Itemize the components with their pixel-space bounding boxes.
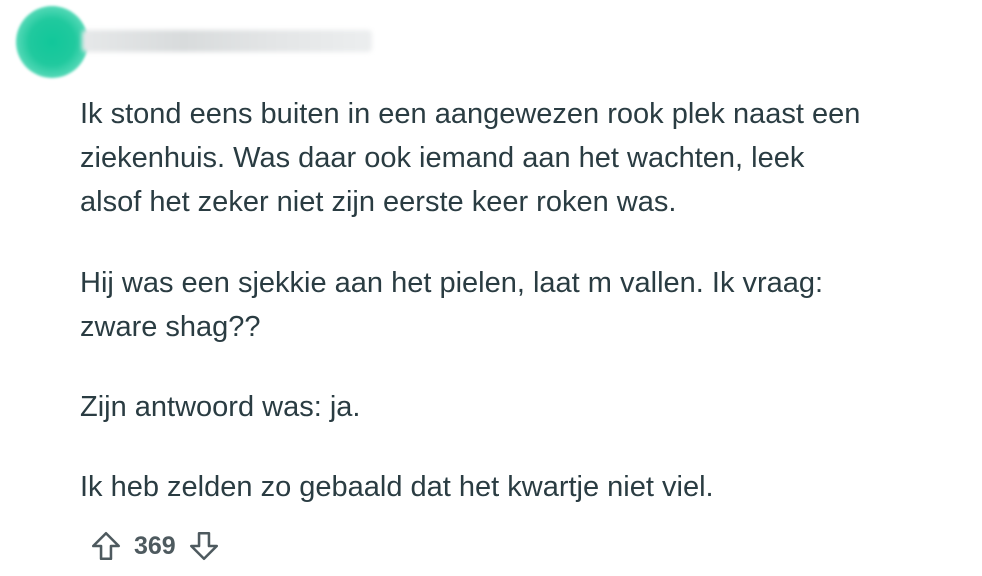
- comment: Ik stond eens buiten in een aangewezen r…: [0, 0, 982, 576]
- comment-paragraph: Ik stond eens buiten in een aangewezen r…: [80, 98, 861, 218]
- downvote-button[interactable]: [182, 524, 226, 568]
- vote-score: 369: [134, 531, 176, 560]
- comment-paragraph: Hij was een sjekkie aan het pielen, laat…: [80, 267, 824, 343]
- upvote-button[interactable]: [84, 524, 128, 568]
- comment-paragraph: Zijn antwoord was: ja.: [80, 391, 361, 423]
- username-redacted: [82, 30, 372, 52]
- comment-body: Ik stond eens buiten in een aangewezen r…: [80, 92, 960, 509]
- comment-paragraph: Ik heb zelden zo gebaald dat het kwartje…: [80, 471, 714, 503]
- vote-bar: 369: [84, 524, 226, 568]
- avatar[interactable]: [16, 6, 88, 78]
- upvote-arrow-icon: [91, 531, 121, 561]
- downvote-arrow-icon: [189, 531, 218, 561]
